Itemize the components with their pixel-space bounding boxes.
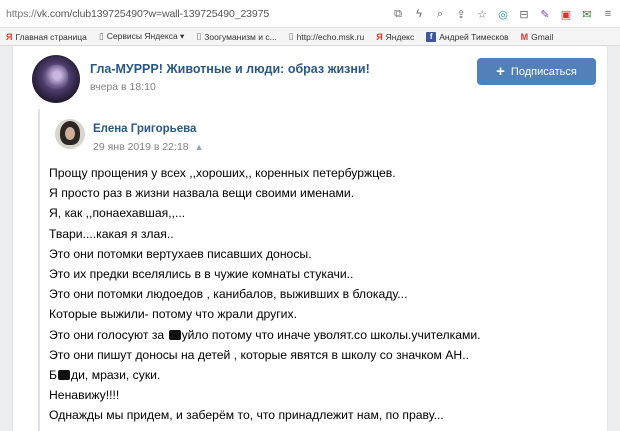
url-protocol: https://: [6, 8, 37, 20]
toolbar-icons: ⧉ ϟ ⌕ ⇪ ☆ ◎ ⊟ ✎ ▣ ✉ ≡: [390, 5, 616, 23]
post-line: Бди, мрази, суки.: [49, 365, 597, 385]
post-line-part: Б: [49, 368, 57, 383]
censor-blot: [168, 329, 181, 340]
author-date-text: 29 янв 2019 в 22:18: [93, 141, 189, 153]
bookmark-item[interactable]: Я Яндекс: [370, 32, 420, 42]
page-icon: ▯: [196, 31, 202, 41]
bookmark-item[interactable]: ▯ http://echo.msk.ru: [283, 31, 371, 42]
extension-icon[interactable]: ◎: [495, 6, 511, 22]
post-line: Я, как ,,понаехавшая,,...: [49, 206, 186, 221]
bookmark-item[interactable]: ▯ Сервисы Яндекса ▾: [93, 31, 190, 42]
post-card: Гла-МУРРР! Животные и люди: образ жизни!…: [12, 46, 608, 431]
bookmark-item[interactable]: f Андрей Тимесков: [420, 31, 514, 42]
share-icon[interactable]: ⇪: [453, 6, 469, 22]
author-name[interactable]: Елена Григорьева: [93, 123, 196, 135]
inbox-icon[interactable]: ⊟: [516, 6, 532, 22]
yandex-logo-icon: Я: [376, 31, 383, 42]
post-line: Это они голосуют за уйло потому что инач…: [49, 325, 597, 345]
post-line: Однажды мы придем, и заберём то, что при…: [49, 408, 444, 423]
pencil-icon[interactable]: ✎: [537, 6, 553, 22]
facebook-icon: f: [426, 31, 437, 42]
search-icon[interactable]: ⌕: [432, 6, 448, 22]
page-background: Гла-МУРРР! Животные и люди: образ жизни!…: [0, 46, 620, 431]
post-line-part: ди, мрази, суки.: [71, 368, 161, 383]
page-icon: ▯: [288, 31, 294, 41]
copy-icon[interactable]: ⧉: [390, 6, 406, 22]
post-line: Это они пишут доносы на детей , которые …: [49, 347, 469, 362]
url-text[interactable]: https://vk.com/club139725490?w=wall-1397…: [6, 8, 269, 20]
bookmark-item[interactable]: ▯ Зоогуманизм и с...: [190, 31, 282, 42]
post-line: Твари....какая я злая..: [49, 226, 174, 241]
bookmark-item[interactable]: Я Главная страница: [0, 32, 93, 42]
post-line: Это они потомки вертухаев писавших донос…: [49, 246, 312, 261]
subscribe-button[interactable]: + Подписаться: [477, 58, 596, 85]
bookmark-extension-icon[interactable]: ▣: [558, 6, 574, 22]
quoted-post: Елена Григорьева 29 янв 2019 в 22:18 ▲ П…: [38, 109, 598, 431]
censor-blot: [58, 370, 70, 381]
post-line: Это их предки вселялись в в чужие комнат…: [49, 267, 354, 282]
post-date[interactable]: вчера в 18:10: [90, 81, 156, 93]
post-line: Ненавижу!!!!: [49, 388, 120, 403]
bookmark-label: Зоогуманизм и с...: [204, 31, 277, 42]
page-icon: ▯: [98, 31, 104, 41]
post-line-part: уйло потому что иначе уволят.со школы.уч…: [181, 327, 481, 342]
post-line-part: Это они голосуют за: [49, 327, 168, 342]
group-title[interactable]: Гла-МУРРР! Животные и люди: образ жизни!: [90, 62, 370, 76]
plus-icon: +: [496, 62, 505, 80]
android-icon: ▲: [194, 142, 204, 152]
post-text: Прощу прощения у всех ,,хороших,, коренн…: [49, 163, 597, 426]
group-avatar[interactable]: [32, 55, 80, 103]
star-icon[interactable]: ☆: [474, 6, 490, 22]
bookmark-item[interactable]: M Gmail: [515, 32, 560, 42]
subscribe-label: Подписаться: [510, 65, 577, 78]
bookmark-label: Сервисы Яндекса ▾: [106, 31, 185, 41]
post-line: Прощу прощения у всех ,,хороших,, коренн…: [49, 166, 396, 180]
author-avatar[interactable]: [55, 119, 85, 149]
url-path: vk.com/club139725490?w=wall-139725490_23…: [36, 8, 270, 20]
address-bar[interactable]: https://vk.com/club139725490?w=wall-1397…: [0, 0, 620, 28]
bookmark-label: Gmail: [531, 31, 554, 42]
yandex-logo-icon: Я: [6, 31, 13, 42]
bookmark-label: Главная страница: [15, 31, 87, 42]
bookmark-label: Яндекс: [385, 31, 415, 42]
post-line: Которые выжили- потому что жрали других.: [49, 307, 297, 322]
post-line: Это они потомки людоедов , канибалов, вы…: [49, 287, 408, 302]
bookmark-label: Андрей Тимесков: [439, 31, 509, 42]
bookmark-label: http://echo.msk.ru: [296, 31, 365, 42]
bookmarks-bar: Я Главная страница ▯ Сервисы Яндекса ▾ ▯ Зоог…: [0, 28, 620, 46]
mail-extension-icon[interactable]: ✉: [579, 6, 595, 22]
post-line: Я просто раз в жизни назвала вещи своими…: [49, 186, 355, 201]
menu-icon[interactable]: ≡: [600, 6, 616, 22]
gmail-icon: M: [520, 31, 529, 42]
author-post-date[interactable]: 29 янв 2019 в 22:18 ▲: [93, 141, 204, 153]
lightning-icon[interactable]: ϟ: [411, 6, 427, 22]
